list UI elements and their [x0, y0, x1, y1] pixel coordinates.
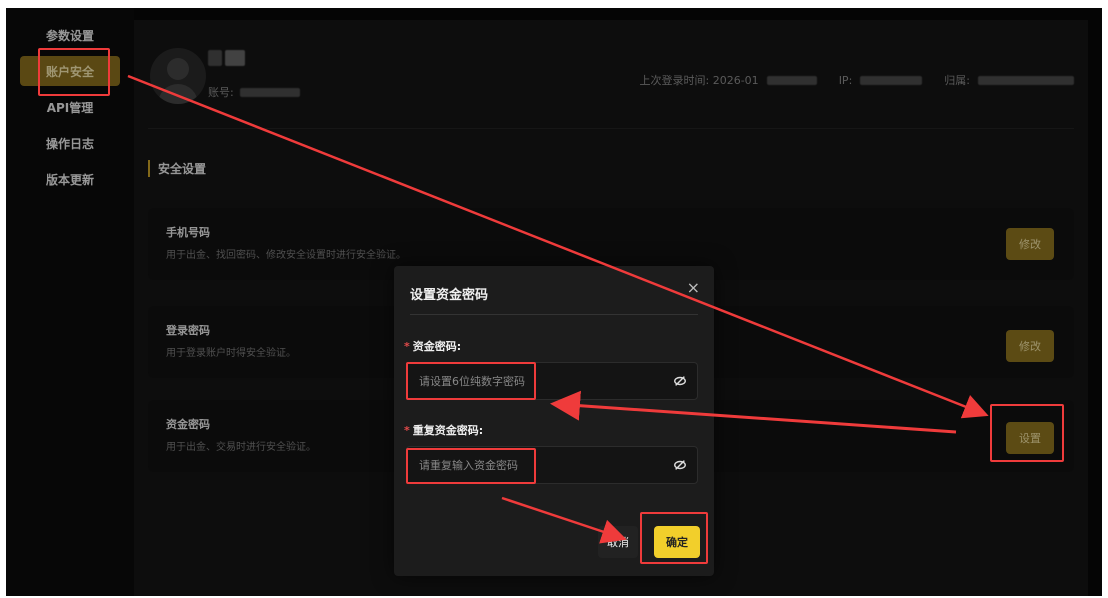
highlight-fund-password-input: [406, 362, 536, 400]
highlight-account-security: [38, 48, 110, 96]
required-star: *: [404, 424, 410, 437]
fund-password-label-row: * 资金密码:: [404, 338, 461, 354]
close-icon[interactable]: ×: [687, 278, 700, 297]
fund-password-label: 资金密码:: [412, 340, 462, 353]
highlight-confirm-button: [640, 512, 708, 564]
highlight-repeat-input: [406, 448, 536, 484]
eye-off-icon[interactable]: [673, 458, 687, 472]
cancel-button[interactable]: 取消: [598, 526, 638, 558]
app-window: 参数设置 账户安全 API管理 操作日志 版本更新 账号: 上次登录时间: 20…: [6, 8, 1102, 596]
required-star: *: [404, 340, 410, 353]
repeat-label-row: * 重复资金密码:: [404, 422, 483, 438]
modal-title: 设置资金密码: [410, 288, 489, 303]
highlight-set-button: [990, 404, 1064, 462]
eye-off-icon[interactable]: [673, 374, 687, 388]
repeat-password-label: 重复资金密码:: [412, 424, 484, 437]
modal-divider: [410, 314, 698, 315]
